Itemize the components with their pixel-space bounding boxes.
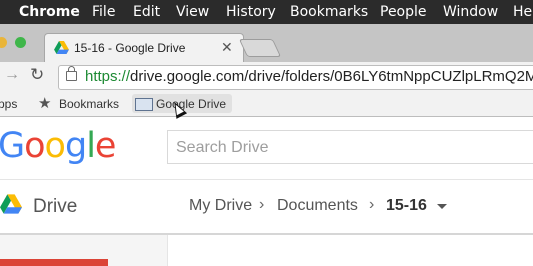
breadcrumb-my-drive[interactable]: My Drive — [189, 197, 252, 215]
search-drive-input[interactable]: Search Drive — [167, 130, 533, 164]
google-drive-favicon-icon — [54, 41, 69, 54]
menu-view[interactable]: View — [176, 4, 209, 20]
menu-edit[interactable]: Edit — [133, 4, 160, 20]
mac-menu-bar: Chrome File Edit View History Bookmarks … — [0, 0, 533, 24]
close-tab-icon[interactable]: ✕ — [221, 39, 233, 56]
logo-letter: e — [94, 126, 117, 166]
folder-icon — [135, 98, 153, 111]
header-divider — [0, 179, 533, 180]
tab-strip: 15-16 - Google Drive ✕ — [0, 24, 533, 64]
menu-file[interactable]: File — [92, 4, 115, 20]
menu-help[interactable]: He — [513, 4, 532, 20]
logo-letter: o — [24, 126, 45, 166]
menu-app-chrome[interactable]: Chrome — [19, 4, 80, 20]
breadcrumb-current-folder[interactable]: 15-16 — [386, 197, 427, 215]
new-button[interactable] — [0, 259, 108, 266]
url-scheme: https:// — [85, 68, 131, 85]
chevron-right-icon: › — [259, 196, 265, 213]
tab-google-drive[interactable]: 15-16 - Google Drive ✕ — [44, 33, 244, 64]
minimize-window-icon[interactable] — [0, 37, 7, 48]
logo-letter: g — [64, 126, 87, 166]
star-icon: ★ — [38, 95, 52, 112]
new-tab-button[interactable] — [238, 39, 282, 57]
menu-window[interactable]: Window — [443, 4, 498, 20]
menu-bookmarks[interactable]: Bookmarks — [290, 4, 368, 20]
drive-title[interactable]: Drive — [33, 196, 77, 218]
chevron-right-icon: › — [369, 196, 375, 213]
google-drive-logo-icon — [0, 194, 22, 214]
google-logo[interactable]: Google — [0, 126, 117, 166]
browser-toolbar: → ↻ https://drive.google.com/drive/folde… — [0, 62, 533, 92]
url-text: https://drive.google.com/drive/folders/0… — [85, 68, 533, 85]
lock-icon — [66, 66, 77, 81]
menu-people[interactable]: People — [380, 4, 427, 20]
logo-letter: o — [44, 126, 66, 166]
bookmark-bookmarks[interactable]: Bookmarks — [59, 97, 119, 111]
logo-letter: G — [0, 126, 25, 166]
tab-title: 15-16 - Google Drive — [74, 41, 186, 55]
url-path: drive.google.com/drive/folders/0B6LY6tmN… — [130, 68, 533, 85]
bookmark-apps[interactable]: pps — [0, 97, 17, 111]
chevron-down-icon[interactable] — [437, 204, 447, 209]
zoom-window-icon[interactable] — [15, 37, 26, 48]
bookmark-google-drive-label: Google Drive — [156, 97, 227, 111]
forward-arrow-icon[interactable]: → — [4, 66, 20, 84]
address-bar[interactable]: https://drive.google.com/drive/folders/0… — [58, 65, 533, 90]
breadcrumb-documents[interactable]: Documents — [277, 197, 358, 215]
logo-letter: l — [86, 126, 96, 166]
reload-icon[interactable]: ↻ — [30, 65, 44, 85]
menu-history[interactable]: History — [226, 4, 276, 20]
bookmarks-bar: pps ★ Bookmarks Google Drive — [0, 92, 533, 117]
search-placeholder: Search Drive — [176, 139, 269, 156]
